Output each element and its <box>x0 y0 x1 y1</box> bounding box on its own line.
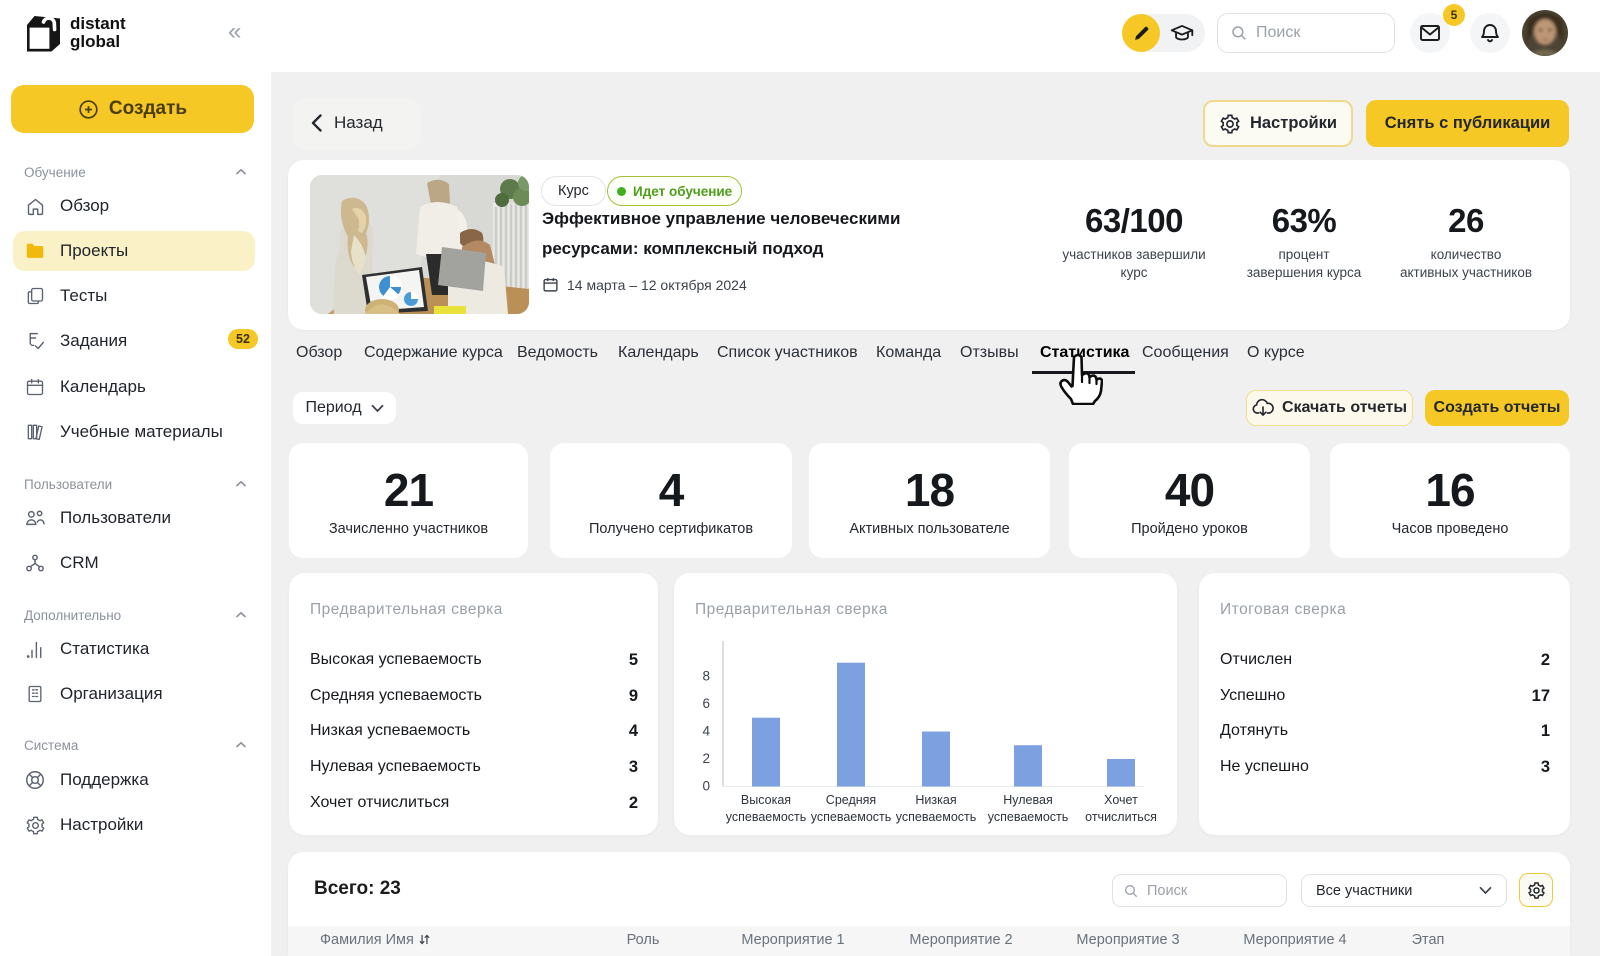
svg-text:Нулевая: Нулевая <box>1003 793 1052 807</box>
svg-text:4: 4 <box>702 724 710 739</box>
svg-text:Хочет: Хочет <box>1104 793 1138 807</box>
svg-text:2: 2 <box>702 751 710 766</box>
svg-text:успеваемость: успеваемость <box>726 810 807 824</box>
svg-text:Средняя: Средняя <box>826 793 876 807</box>
svg-text:успеваемость: успеваемость <box>896 810 977 824</box>
svg-text:успеваемость: успеваемость <box>988 810 1069 824</box>
svg-text:0: 0 <box>702 779 710 794</box>
svg-text:Низкая: Низкая <box>915 793 956 807</box>
svg-text:успеваемость: успеваемость <box>811 810 892 824</box>
svg-text:6: 6 <box>702 696 710 711</box>
svg-text:отчислиться: отчислиться <box>1085 810 1157 824</box>
svg-text:8: 8 <box>702 669 710 684</box>
svg-text:Высокая: Высокая <box>741 793 791 807</box>
